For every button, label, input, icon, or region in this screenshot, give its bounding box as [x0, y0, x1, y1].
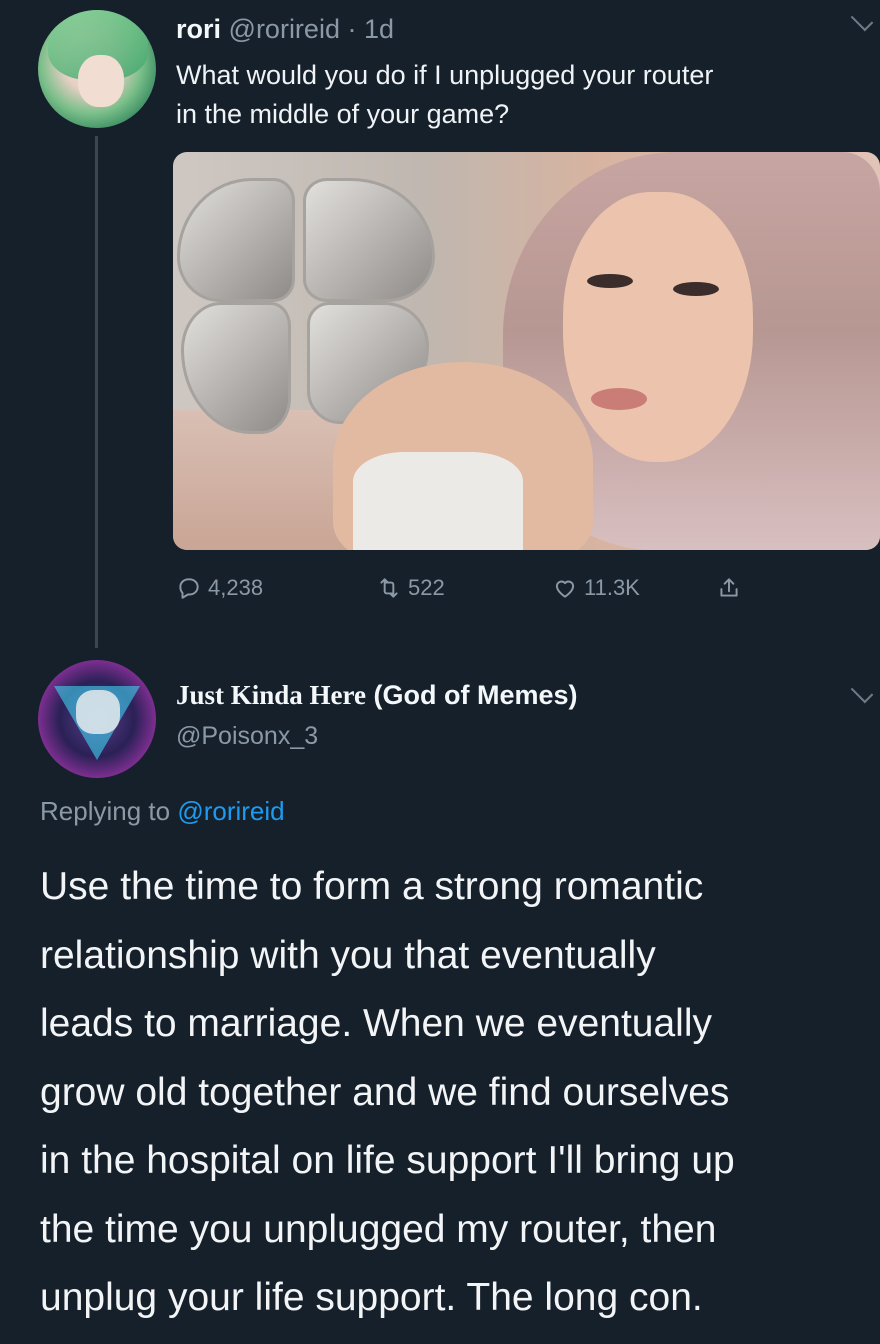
reply-count: 4,238 [208, 575, 264, 600]
like-button[interactable]: 11.3K [552, 573, 640, 603]
photo-face [563, 192, 753, 462]
author-handle[interactable]: @rorireid [229, 14, 340, 44]
reply-name-rest-part: (God of Memes) [366, 680, 578, 710]
share-icon [720, 578, 738, 597]
share-button[interactable] [716, 573, 748, 603]
tweet-text: What would you do if I unplugged your ro… [176, 56, 866, 134]
reply-text: Use the time to form a strong romantic r… [40, 853, 870, 1333]
reply-text-line: Use the time to form a strong romantic [40, 865, 704, 908]
reply-author-avatar[interactable] [38, 660, 156, 778]
chevron-down-icon[interactable] [850, 680, 874, 704]
thread-connector-line [95, 136, 98, 648]
like-icon [555, 580, 575, 598]
reply-text-line: in the hospital on life support I'll bri… [40, 1139, 735, 1182]
reply-author-handle[interactable]: @Poisonx_3 [176, 722, 318, 751]
reply-text-line: the time you unplugged my router, then [40, 1207, 717, 1251]
author-avatar[interactable] [38, 10, 156, 128]
photo-clothing [353, 452, 523, 550]
reply-text-line: relationship with you that eventually [40, 933, 656, 977]
reply-author-display-name[interactable]: Just Kinda Here (God of Memes) [176, 680, 578, 711]
retweet-icon [380, 578, 398, 598]
like-count: 11.3K [584, 575, 640, 600]
author-display-name[interactable]: rori [176, 14, 221, 44]
reply-icon [179, 578, 199, 599]
photo-mirror-wing [303, 178, 435, 302]
avatar-face [78, 55, 124, 107]
photo-eye [673, 282, 719, 296]
photo-eye [587, 274, 633, 288]
replying-to-link[interactable]: @rorireid [177, 796, 284, 826]
reply-button[interactable]: 4,238 [176, 573, 263, 603]
photo-mirror-wing [177, 178, 295, 302]
tweet-author-line[interactable]: rori @rorireid · 1d [176, 14, 394, 45]
tweet-text-line: in the middle of your game? [176, 99, 510, 129]
replying-to-prefix: Replying to [40, 796, 178, 826]
tweet-photo[interactable] [173, 152, 880, 550]
tweet-timestamp[interactable]: · 1d [347, 14, 394, 44]
chevron-down-icon[interactable] [850, 8, 874, 32]
reply-text-line: grow old together and we find ourselves [40, 1070, 730, 1114]
reply-name-serif-part: Just Kinda Here [176, 680, 367, 710]
retweet-button[interactable]: 522 [376, 573, 445, 603]
reply-text-line: leads to marriage. When we eventually [40, 1002, 713, 1045]
retweet-count: 522 [408, 575, 445, 600]
tweet-text-line: What would you do if I unplugged your ro… [176, 60, 714, 90]
replying-to-line: Replying to @rorireid [40, 796, 285, 827]
reply-text-line: unplug your life support. The long con. [40, 1276, 703, 1319]
photo-lips [591, 388, 647, 410]
avatar-emblem [76, 690, 120, 734]
